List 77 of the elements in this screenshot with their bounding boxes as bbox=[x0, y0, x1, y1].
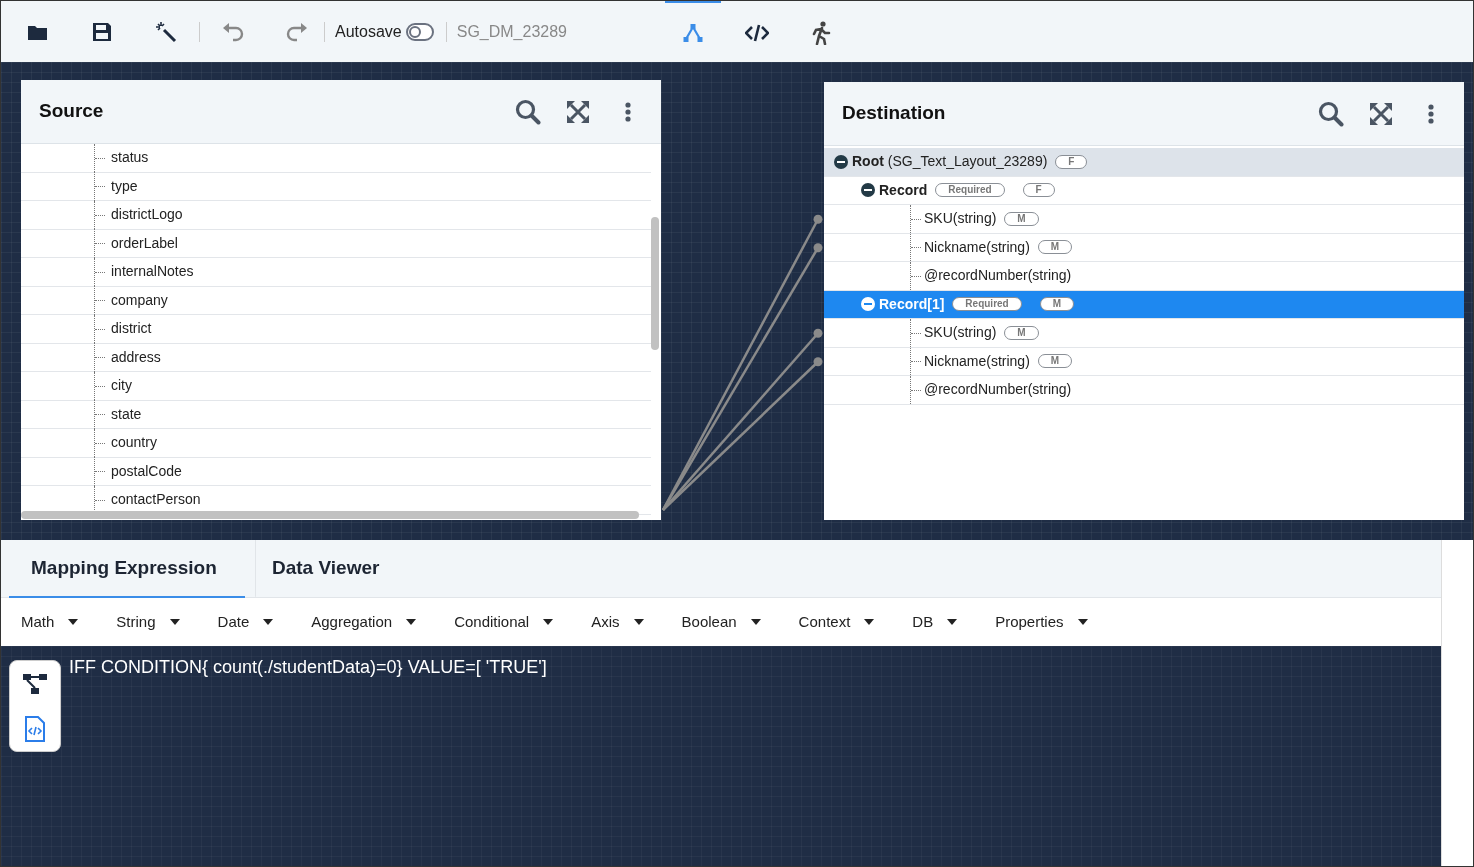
tree-item[interactable]: orderLabel bbox=[111, 232, 178, 254]
function-menu[interactable]: Math bbox=[11, 610, 89, 634]
tree-node-label[interactable]: @recordNumber(string) bbox=[924, 265, 1072, 287]
more-options-icon bbox=[625, 101, 631, 122]
function-menu[interactable]: Boolean bbox=[671, 610, 771, 634]
code-file-icon bbox=[24, 715, 46, 742]
scrollbar-thumb[interactable] bbox=[651, 217, 659, 350]
tag: Required bbox=[935, 183, 1005, 198]
caret-icon bbox=[864, 619, 875, 625]
expression-text: IFF CONDITION{ count(./studentData)=0} VALUE=[ 'TRUE'] bbox=[69, 656, 547, 679]
tree-node-label[interactable]: SKU(string) bbox=[924, 322, 997, 344]
tag: M bbox=[1037, 240, 1073, 255]
tag: F bbox=[1055, 154, 1088, 169]
tag: M bbox=[1037, 354, 1073, 369]
function-menu[interactable]: Aggregation bbox=[301, 610, 427, 634]
panel-title: Source bbox=[39, 100, 104, 123]
tree-node-label[interactable]: Record bbox=[879, 179, 928, 201]
caret-icon bbox=[633, 619, 644, 625]
caret-icon bbox=[543, 619, 554, 625]
scrollbar-thumb[interactable] bbox=[21, 511, 639, 519]
tree-node-label[interactable]: Root (SG_Text_Layout_23289) bbox=[852, 151, 1048, 173]
tree-item[interactable]: company bbox=[111, 289, 168, 311]
tree-node-label[interactable]: Nickname(string) bbox=[924, 236, 1030, 258]
tree-item[interactable]: internalNotes bbox=[111, 261, 194, 283]
function-menu[interactable]: Properties bbox=[985, 610, 1098, 634]
tree-node-label[interactable]: Nickname(string) bbox=[924, 350, 1030, 372]
function-menu[interactable]: String bbox=[106, 610, 190, 634]
tree-item[interactable]: type bbox=[111, 175, 138, 197]
hierarchy-icon bbox=[22, 672, 48, 695]
save-icon bbox=[92, 21, 112, 42]
caret-icon bbox=[1077, 619, 1088, 625]
tree-item[interactable]: country bbox=[111, 432, 157, 454]
tag: Required bbox=[952, 297, 1022, 312]
autosave-toggle[interactable] bbox=[405, 22, 434, 41]
function-menu[interactable]: Axis bbox=[581, 610, 654, 634]
autosave-label: Autosave bbox=[335, 21, 402, 42]
caret-icon bbox=[169, 619, 180, 625]
collapse-toggle[interactable] bbox=[861, 297, 875, 312]
search-icon bbox=[515, 98, 541, 125]
expand-arrows-icon bbox=[1369, 101, 1393, 126]
function-menu[interactable]: Conditional bbox=[444, 610, 564, 634]
code-icon bbox=[745, 23, 769, 42]
tree-item[interactable]: contactPerson bbox=[111, 489, 201, 511]
tree-item[interactable]: state bbox=[111, 403, 142, 425]
redo-icon bbox=[286, 21, 308, 42]
document-name: SG_DM_23289 bbox=[456, 21, 567, 42]
tree-node-label[interactable]: SKU(string) bbox=[924, 208, 997, 230]
more-options-icon bbox=[1428, 103, 1434, 124]
tree-node-label[interactable]: Record[1] bbox=[879, 293, 945, 315]
panel-title: Destination bbox=[842, 102, 946, 125]
undo-icon bbox=[222, 21, 244, 42]
function-menu[interactable]: Context bbox=[788, 610, 885, 634]
running-person-icon bbox=[811, 20, 831, 45]
tree-node-label[interactable]: @recordNumber(string) bbox=[924, 379, 1072, 401]
caret-icon bbox=[406, 619, 417, 625]
tag: F bbox=[1022, 183, 1055, 198]
caret-icon bbox=[750, 619, 761, 625]
function-menu[interactable]: DB bbox=[902, 610, 968, 634]
magic-wand-icon bbox=[155, 20, 177, 43]
tree-item[interactable]: district bbox=[111, 318, 152, 340]
function-menu[interactable]: Date bbox=[207, 610, 284, 634]
tag: M bbox=[1039, 297, 1075, 312]
collapse-toggle[interactable] bbox=[834, 154, 848, 169]
caret-icon bbox=[947, 619, 958, 625]
collapse-toggle[interactable] bbox=[861, 183, 875, 198]
search-icon bbox=[1318, 100, 1344, 127]
tag: M bbox=[1004, 211, 1039, 226]
tag: M bbox=[1004, 325, 1039, 340]
tree-item[interactable]: districtLogo bbox=[111, 204, 183, 226]
caret-icon bbox=[68, 619, 79, 625]
caret-icon bbox=[263, 619, 274, 625]
tree-item[interactable]: address bbox=[111, 346, 161, 368]
tree-item[interactable]: city bbox=[111, 375, 132, 397]
fork-icon bbox=[682, 22, 704, 43]
tree-item[interactable]: postalCode bbox=[111, 460, 182, 482]
tree-item[interactable]: status bbox=[111, 147, 149, 169]
expand-arrows-icon bbox=[566, 99, 590, 124]
